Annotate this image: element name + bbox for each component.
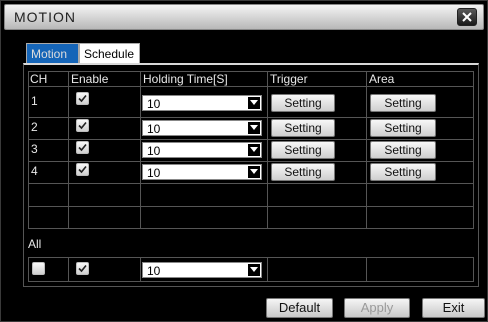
chevron-down-icon xyxy=(248,166,260,178)
chevron-down-icon xyxy=(248,122,260,134)
grid-line xyxy=(28,71,29,228)
grid-line xyxy=(366,71,367,228)
holding-time-select[interactable]: 10 xyxy=(142,164,262,180)
grid-line xyxy=(28,86,474,87)
header-ch: CH xyxy=(30,72,48,86)
grid-line xyxy=(28,228,474,229)
select-all-checkbox[interactable] xyxy=(32,262,45,275)
grid-line xyxy=(68,257,69,282)
title-bar: MOTION xyxy=(4,4,484,30)
area-setting-button[interactable]: Setting xyxy=(370,163,436,181)
grid-line xyxy=(267,71,268,228)
check-icon xyxy=(78,165,87,174)
trigger-setting-button[interactable]: Setting xyxy=(271,119,335,137)
apply-button[interactable]: Apply xyxy=(344,298,410,318)
header-enable: Enable xyxy=(71,72,109,86)
enable-checkbox[interactable] xyxy=(76,163,89,176)
area-setting-button[interactable]: Setting xyxy=(370,94,436,112)
grid-line xyxy=(28,139,474,140)
holding-time-value: 10 xyxy=(147,97,161,111)
channel-number: 3 xyxy=(31,142,38,156)
enable-checkbox[interactable] xyxy=(76,92,89,105)
grid-line xyxy=(68,71,69,228)
header-trigger: Trigger xyxy=(270,72,308,86)
close-button[interactable] xyxy=(457,8,477,26)
grid-line xyxy=(28,117,474,118)
close-icon xyxy=(462,12,472,22)
grid-line xyxy=(267,257,268,282)
trigger-setting-button[interactable]: Setting xyxy=(271,141,335,159)
check-icon xyxy=(78,121,87,130)
exit-button[interactable]: Exit xyxy=(422,298,485,318)
grid-line xyxy=(473,257,474,282)
holding-time-select[interactable]: 10 xyxy=(142,120,262,136)
enable-checkbox[interactable] xyxy=(76,141,89,154)
enable-checkbox[interactable] xyxy=(76,119,89,132)
header-area: Area xyxy=(369,72,395,86)
check-icon xyxy=(78,264,87,273)
holding-time-select[interactable]: 10 xyxy=(142,142,262,158)
grid-line xyxy=(366,257,367,282)
grid-line xyxy=(28,161,474,162)
chevron-down-icon xyxy=(248,144,260,156)
grid-line xyxy=(28,257,474,258)
trigger-setting-button[interactable]: Setting xyxy=(271,163,335,181)
grid-line xyxy=(473,71,474,228)
channel-number: 2 xyxy=(31,120,38,134)
trigger-setting-button[interactable]: Setting xyxy=(271,94,335,112)
all-holding-time-value: 10 xyxy=(147,264,161,278)
holding-time-value: 10 xyxy=(147,144,161,158)
motion-dialog: MOTION Motion Schedule CH Enable Holding… xyxy=(0,0,488,322)
holding-time-value: 10 xyxy=(147,166,161,180)
check-icon xyxy=(78,94,87,103)
window-title: MOTION xyxy=(14,9,76,25)
chevron-down-icon xyxy=(248,97,260,109)
grid-line xyxy=(28,206,474,207)
chevron-down-icon xyxy=(248,264,260,276)
grid-line xyxy=(28,281,474,282)
area-setting-button[interactable]: Setting xyxy=(370,119,436,137)
default-button[interactable]: Default xyxy=(266,298,333,318)
holding-time-select[interactable]: 10 xyxy=(142,95,262,111)
grid-line xyxy=(28,183,474,184)
header-holding-time: Holding Time[S] xyxy=(143,72,228,86)
grid-line xyxy=(140,257,141,282)
grid-line xyxy=(140,71,141,228)
all-label: All xyxy=(28,237,42,251)
area-setting-button[interactable]: Setting xyxy=(370,141,436,159)
tab-motion[interactable]: Motion xyxy=(26,43,79,63)
grid-line xyxy=(28,257,29,282)
tab-schedule[interactable]: Schedule xyxy=(79,43,140,63)
holding-time-value: 10 xyxy=(147,122,161,136)
check-icon xyxy=(78,143,87,152)
all-holding-time-select[interactable]: 10 xyxy=(142,262,262,278)
all-enable-checkbox[interactable] xyxy=(76,262,89,275)
channel-number: 1 xyxy=(31,94,38,108)
channel-number: 4 xyxy=(31,164,38,178)
